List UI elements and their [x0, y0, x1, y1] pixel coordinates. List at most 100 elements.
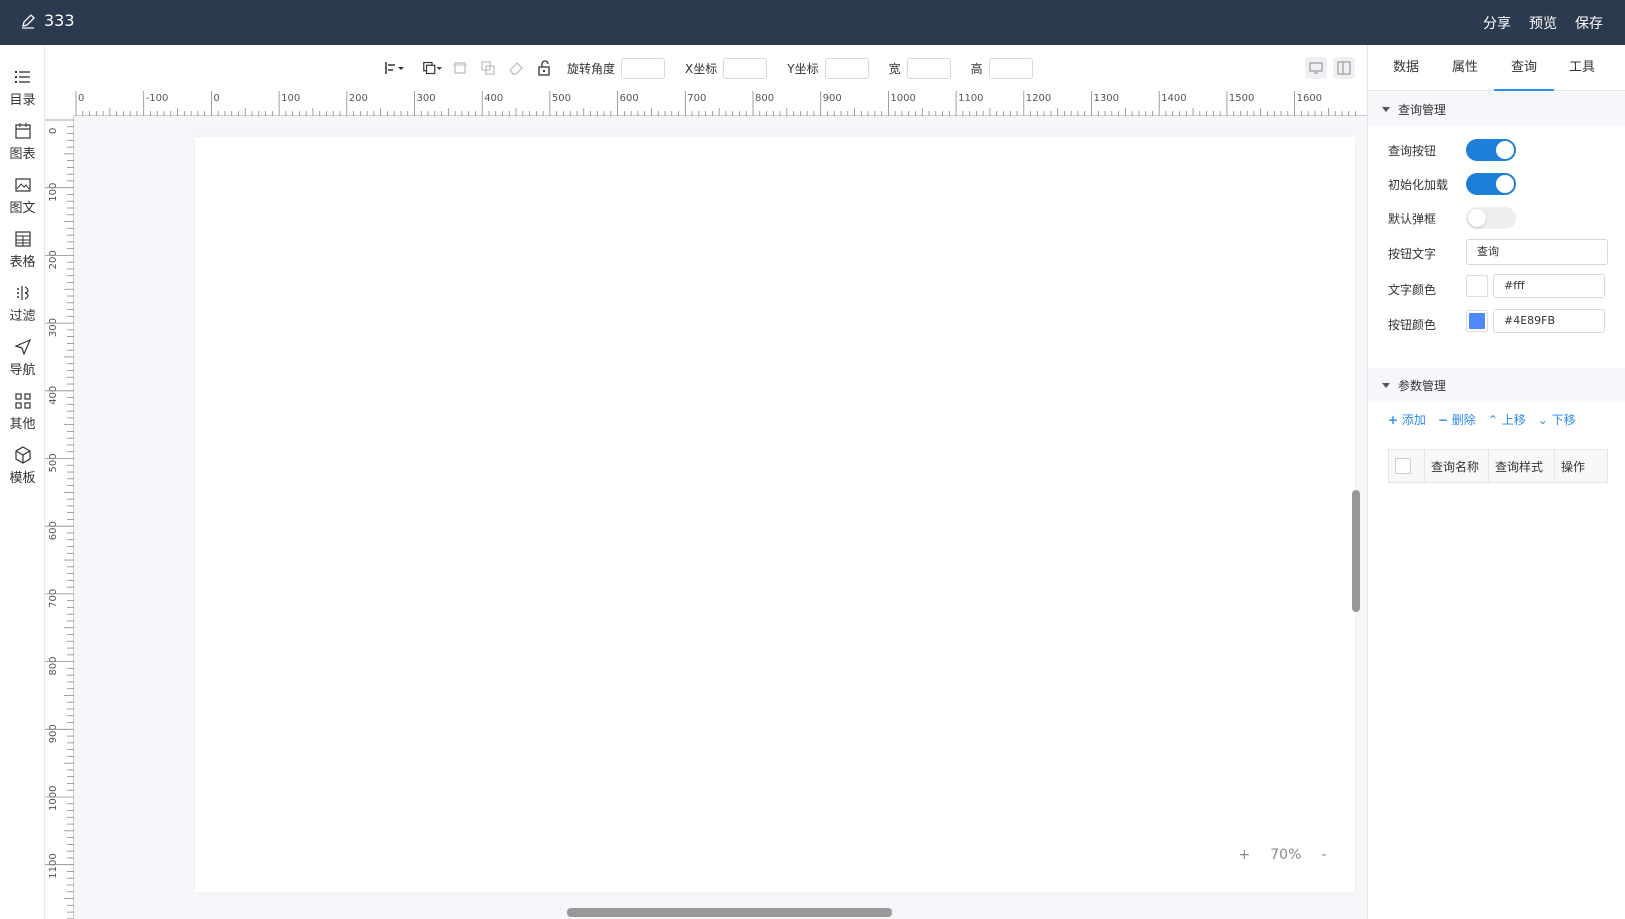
- x-coordinate-input[interactable]: [723, 57, 768, 79]
- query-section-header[interactable]: 查询管理: [1368, 92, 1625, 126]
- param-table-header: 查询名称 查询样式 操作: [1388, 449, 1608, 483]
- ruler-label: 1100: [958, 93, 983, 104]
- tab-properties[interactable]: 属性: [1435, 45, 1495, 91]
- sidebar-item-other[interactable]: 其他: [0, 391, 45, 443]
- sidebar-item-table[interactable]: 表格: [0, 229, 45, 281]
- panel-toggle-icon[interactable]: [1333, 57, 1355, 79]
- vertical-scrollbar[interactable]: [1352, 490, 1360, 612]
- ruler-label: 500: [48, 453, 59, 472]
- list-icon: [14, 71, 30, 83]
- ruler-label: 700: [687, 93, 706, 104]
- tab-query[interactable]: 查询: [1494, 45, 1554, 91]
- button-color-swatch[interactable]: [1466, 310, 1488, 332]
- column-header: 操作: [1555, 450, 1607, 482]
- ruler-label: 1100: [48, 853, 59, 878]
- save-button[interactable]: 保存: [1575, 13, 1603, 33]
- sidebar-item-template[interactable]: 模板: [0, 445, 45, 497]
- height-input[interactable]: [988, 57, 1033, 79]
- param-section-header[interactable]: 参数管理: [1368, 368, 1625, 402]
- unlock-icon[interactable]: [533, 57, 555, 79]
- y-coordinate-label: Y坐标: [787, 61, 819, 76]
- default-popup-toggle[interactable]: [1466, 207, 1516, 229]
- rotate-input[interactable]: [621, 57, 666, 79]
- ruler-label: 800: [48, 657, 59, 676]
- share-button[interactable]: 分享: [1483, 13, 1511, 33]
- preview-button[interactable]: 预览: [1529, 13, 1557, 33]
- ruler-label: 1500: [1229, 93, 1254, 104]
- delete-param-button[interactable]: − 删除: [1438, 411, 1476, 428]
- design-canvas[interactable]: [195, 137, 1355, 892]
- caret-down-icon: [1382, 382, 1390, 388]
- ruler-label: 600: [48, 521, 59, 540]
- zoom-in-button[interactable]: +: [1239, 847, 1251, 863]
- sidebar-item-label: 过滤: [9, 309, 36, 324]
- text-color-input[interactable]: #fff: [1493, 274, 1605, 298]
- height-label: 高: [970, 61, 983, 76]
- button-color-input[interactable]: #4E89FB: [1493, 309, 1605, 333]
- zoom-out-button[interactable]: -: [1321, 847, 1326, 863]
- document-title[interactable]: 333: [20, 11, 75, 30]
- init-load-label: 初始化加载: [1388, 178, 1449, 192]
- width-input[interactable]: [906, 57, 951, 79]
- sidebar-item-label: 图文: [9, 201, 36, 216]
- chevron-down-icon: ⌄: [1537, 413, 1548, 427]
- navigation-icon: [13, 338, 31, 356]
- ruler-corner: [45, 91, 74, 116]
- zoom-control: + 70% -: [1210, 835, 1355, 875]
- sidebar-item-label: 图表: [9, 147, 36, 162]
- ruler-label: 0: [78, 93, 84, 104]
- panel-tabs: 数据 属性 查询 工具: [1368, 45, 1625, 91]
- ruler-label: 0: [48, 128, 59, 134]
- layer-order-icon[interactable]: [421, 57, 443, 79]
- text-color-swatch[interactable]: [1466, 275, 1488, 297]
- ruler-label: 1300: [1094, 93, 1119, 104]
- y-coordinate-input[interactable]: [824, 57, 869, 79]
- init-load-toggle[interactable]: [1466, 173, 1516, 195]
- add-param-button[interactable]: + 添加: [1388, 411, 1426, 428]
- ruler-label: 600: [620, 93, 639, 104]
- horizontal-ruler: 0 -100 0 100 200 300 400 500 600 700 800 900 1000 110…: [74, 91, 1367, 116]
- default-popup-label: 默认弹框: [1388, 212, 1437, 226]
- width-label: 宽: [888, 61, 901, 76]
- query-button-toggle[interactable]: [1466, 139, 1516, 161]
- move-down-button[interactable]: ⌄ 下移: [1538, 411, 1576, 428]
- filter-icon: [16, 286, 29, 300]
- ruler-label: 400: [48, 386, 59, 405]
- horizontal-scrollbar[interactable]: [567, 908, 892, 917]
- text-color-label: 文字颜色: [1388, 283, 1437, 297]
- canvas-toolbar: 旋转角度 X坐标 Y坐标 宽 高: [45, 45, 1367, 91]
- top-bar: 333 分享 预览 保存: [0, 0, 1625, 45]
- button-color-label: 按钮颜色: [1388, 318, 1437, 332]
- align-icon[interactable]: [383, 57, 405, 79]
- group-icon[interactable]: [449, 57, 471, 79]
- screen-icon[interactable]: [1305, 57, 1327, 79]
- select-all-cell: [1389, 450, 1425, 482]
- ruler-label: 300: [48, 318, 59, 337]
- ruler-label: 1200: [1026, 93, 1051, 104]
- title-text: 333: [44, 11, 75, 30]
- ruler-label: 1000: [890, 93, 915, 104]
- table-icon: [14, 231, 31, 247]
- sidebar-item-directory[interactable]: 目录: [0, 67, 45, 119]
- sidebar-item-navigation[interactable]: 导航: [0, 337, 45, 389]
- button-text-label: 按钮文字: [1388, 247, 1437, 261]
- select-all-checkbox[interactable]: [1395, 458, 1411, 474]
- properties-panel: 数据 属性 查询 工具 查询管理 查询按钮 初始化加载 默认弹框 按钮文字 查询…: [1367, 45, 1625, 919]
- eraser-icon[interactable]: [505, 57, 527, 79]
- button-text-input[interactable]: 查询: [1466, 239, 1608, 265]
- sidebar-item-label: 模板: [9, 471, 36, 486]
- sidebar-item-chart[interactable]: 图表: [0, 121, 45, 173]
- tab-tools[interactable]: 工具: [1552, 45, 1612, 91]
- ruler-label: 200: [48, 250, 59, 269]
- ruler-label: 1400: [1161, 93, 1186, 104]
- edit-icon: [22, 13, 35, 29]
- sidebar-item-image-text[interactable]: 图文: [0, 175, 45, 227]
- query-button-label: 查询按钮: [1388, 144, 1437, 158]
- copy-icon[interactable]: [477, 57, 499, 79]
- zoom-level: 70%: [1270, 847, 1302, 863]
- sidebar-item-filter[interactable]: 过滤: [0, 283, 45, 335]
- ruler-label: 100: [48, 183, 59, 202]
- move-up-button[interactable]: ⌃ 上移: [1488, 411, 1526, 428]
- tab-data[interactable]: 数据: [1376, 45, 1436, 91]
- section-title: 参数管理: [1398, 378, 1447, 393]
